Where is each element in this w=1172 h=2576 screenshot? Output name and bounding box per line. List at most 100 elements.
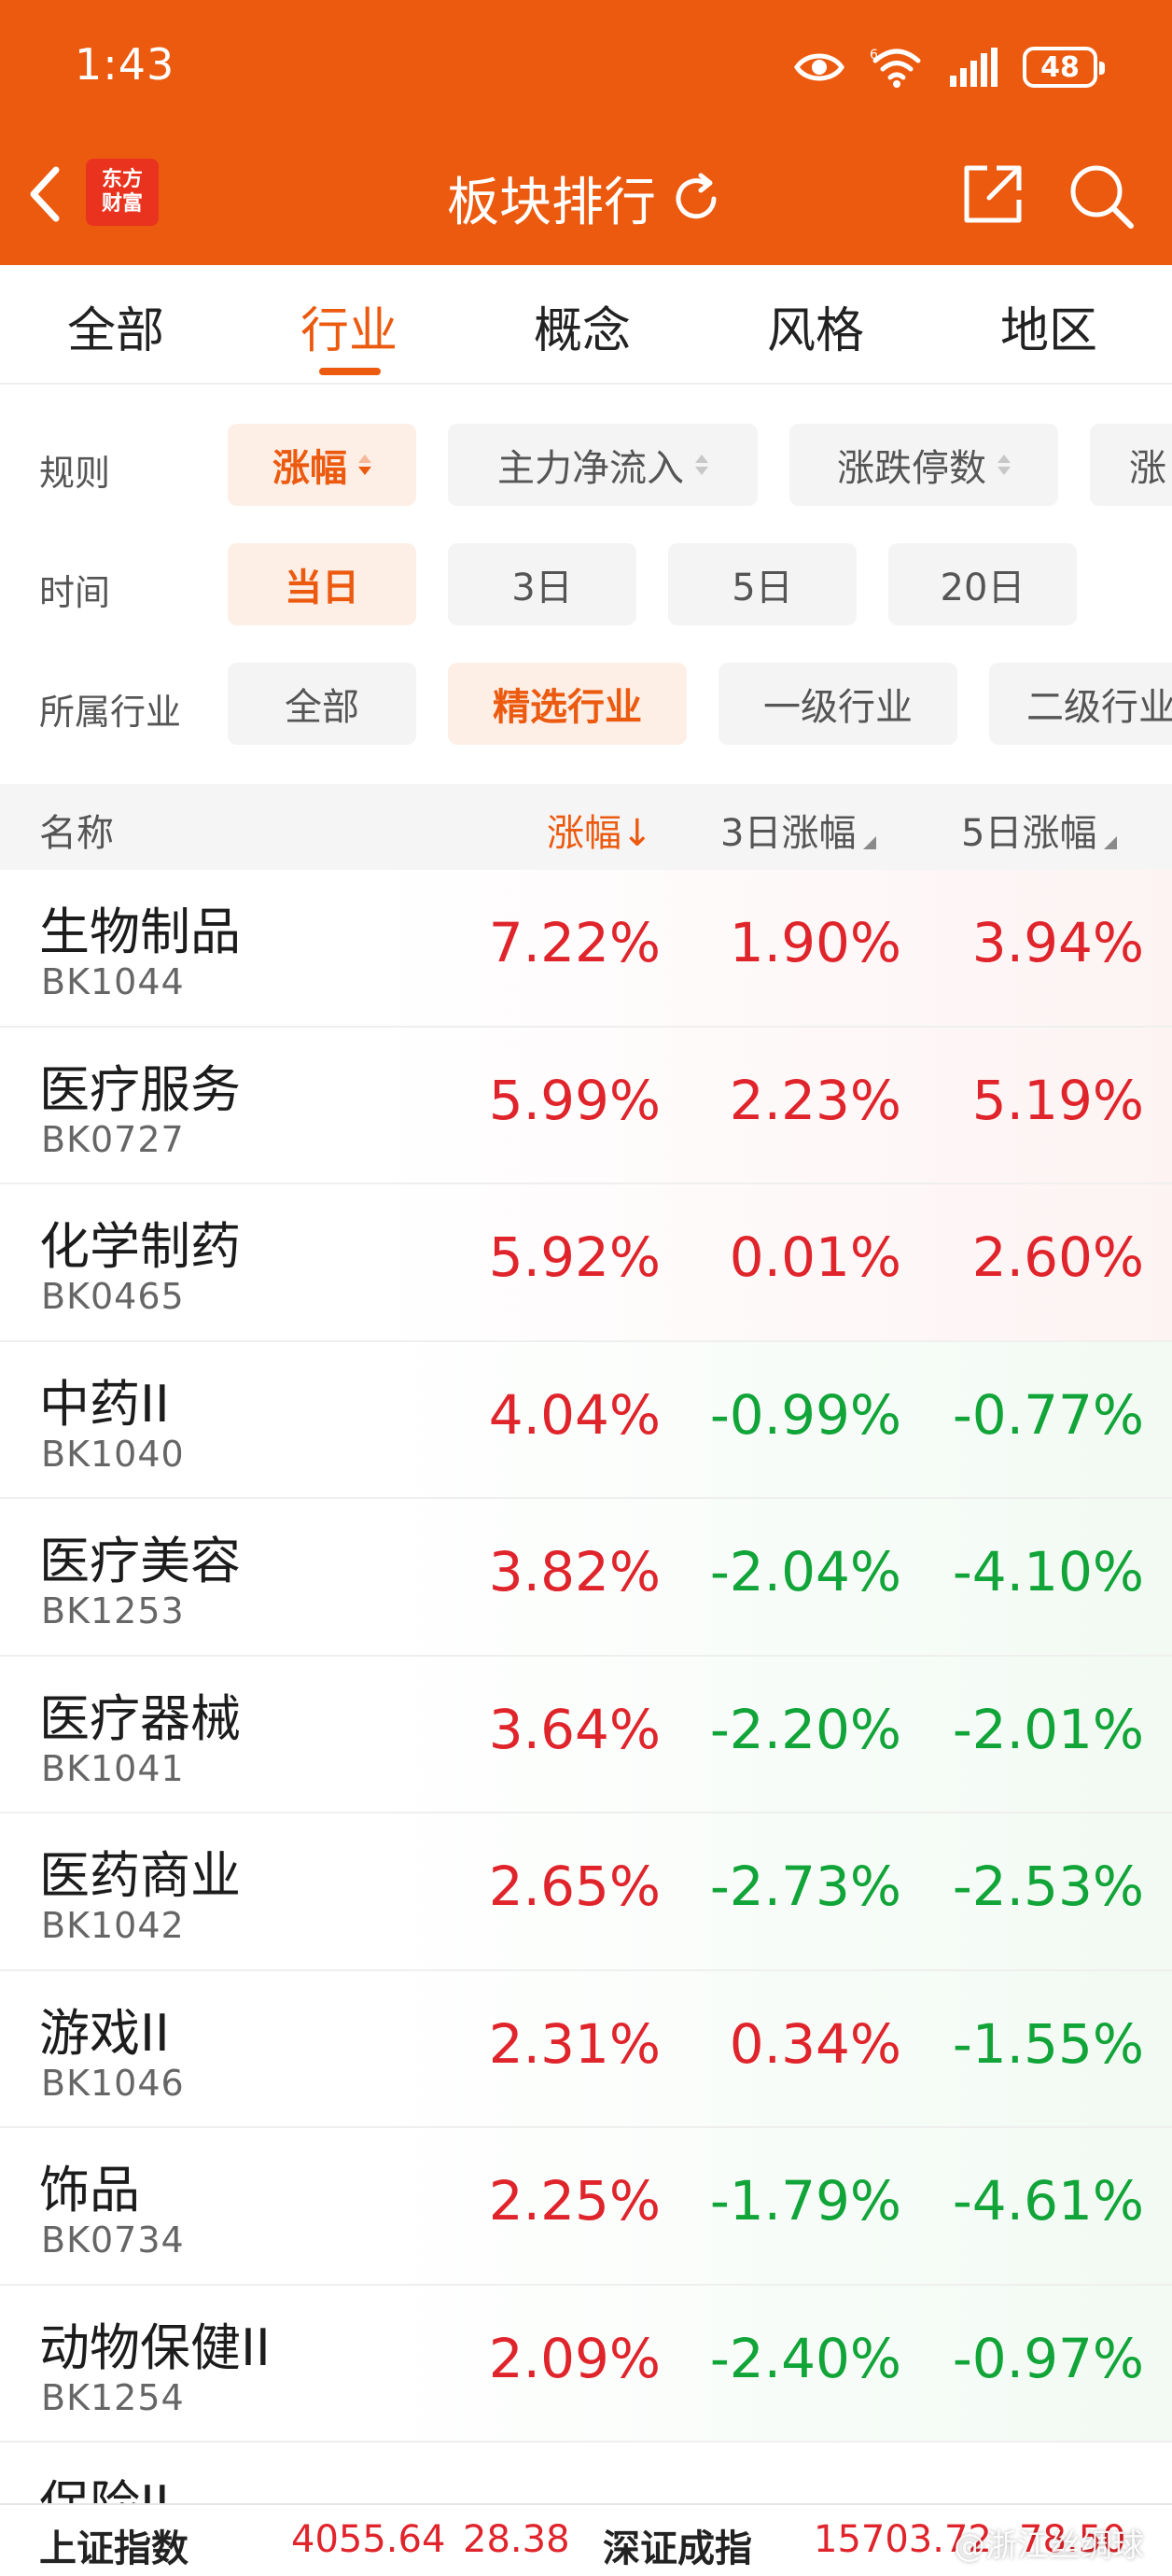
time-chip-20d[interactable]: 20日 (888, 543, 1077, 625)
sector-code: BK1253 (41, 1590, 185, 1631)
index1-name: 上证指数 (39, 2527, 188, 2570)
watermark: @浙江丝绸球 (954, 2527, 1144, 2565)
header-name: 名称 (39, 812, 114, 855)
category-tabs: 全部 行业 概念 风格 地区 (0, 265, 1172, 385)
rule-chip-main-inflow[interactable]: 主力净流入 (448, 424, 758, 506)
sector-name: 医疗器械 (39, 1688, 241, 1748)
sector-code: BK0465 (41, 1276, 185, 1317)
table-row[interactable]: 医药商业 BK1042 2.65% -2.73% -2.53% (0, 1813, 1172, 1971)
table-row[interactable]: 生物制品 BK1044 7.22% 1.90% 3.94% (0, 870, 1172, 1028)
wifi-icon: 6 (870, 48, 921, 88)
sector-name: 中药II (39, 1374, 170, 1434)
change-cell: 2.09% (488, 2326, 661, 2390)
battery-icon: 48 (1023, 47, 1105, 88)
industry-chip-selected[interactable]: 精选行业 (448, 663, 687, 745)
signal-icon (950, 48, 998, 87)
time-filter-label: 时间 (39, 572, 111, 613)
change-3d-cell: -1.79% (709, 2169, 901, 2233)
rule-chip-label: 主力净流入 (497, 447, 684, 490)
sector-name: 动物保健II (39, 2317, 271, 2377)
time-chip-today[interactable]: 当日 (228, 543, 416, 625)
table-row[interactable]: 医疗服务 BK0727 5.99% 2.23% 5.19% (0, 1027, 1172, 1184)
tab-concept[interactable]: 概念 (534, 291, 631, 361)
industry-filter-row: 所属行业 全部 精选行业 一级行业 二级行业 (0, 663, 1172, 749)
active-tab-indicator (319, 368, 381, 375)
change-cell: 3.82% (488, 1540, 661, 1603)
sort-arrows-icon (695, 455, 708, 475)
sector-name: 化学制药 (39, 1217, 241, 1276)
sector-code: BK0734 (41, 2219, 185, 2261)
change-5d-cell: 3.94% (971, 911, 1144, 974)
tab-industry[interactable]: 行业 (300, 291, 398, 361)
header-change-5d[interactable]: 5日涨幅 (961, 803, 1118, 857)
header-change-3d[interactable]: 3日涨幅 (720, 803, 877, 857)
change-3d-cell: 0.34% (729, 2011, 901, 2076)
change-3d-cell: 0.01% (729, 1225, 901, 1289)
sector-code: BK1041 (41, 1747, 185, 1789)
table-row[interactable]: 动物保健II BK1254 2.09% -2.40% -0.97% (0, 2285, 1172, 2443)
table-row[interactable]: 游戏II BK1046 2.31% 0.34% -1.55% (0, 1970, 1172, 2128)
sector-name: 饰品 (39, 2161, 140, 2219)
table-row[interactable]: 医疗美容 BK1253 3.82% -2.04% -4.10% (0, 1499, 1172, 1657)
tab-all[interactable]: 全部 (67, 291, 164, 361)
change-3d-cell: -2.73% (709, 1855, 901, 1918)
search-icon[interactable] (1066, 161, 1137, 231)
sector-name: 医疗服务 (39, 1059, 241, 1119)
sector-name: 生物制品 (39, 903, 241, 961)
rule-chip-label: 涨 (1129, 447, 1166, 490)
change-5d-cell: -4.61% (952, 2169, 1144, 2233)
change-cell: 7.22% (488, 911, 661, 974)
change-5d-cell: -0.97% (952, 2326, 1144, 2390)
share-icon[interactable] (959, 161, 1026, 228)
sort-arrows-icon (358, 455, 371, 475)
table-row[interactable]: 化学制药 BK0465 5.92% 0.01% 2.60% (0, 1184, 1172, 1342)
sector-name: 医药商业 (39, 1846, 241, 1905)
index1-change: 28.38 (463, 2518, 570, 2561)
sector-list: 生物制品 BK1044 7.22% 1.90% 3.94% 医疗服务 BK0727 5.99%… (0, 870, 1172, 2517)
status-icons: 6 48 (793, 39, 1105, 95)
change-5d-cell: 2.60% (971, 1225, 1144, 1289)
status-time: 1:43 (75, 39, 175, 90)
rule-chip-more[interactable]: 涨 (1090, 424, 1172, 506)
rule-chip-limit-count[interactable]: 涨跌停数 (789, 424, 1058, 506)
sort-corner-icon (863, 836, 877, 849)
time-chip-5d[interactable]: 5日 (668, 543, 857, 625)
sort-corner-icon (1104, 836, 1118, 849)
industry-chip-level2[interactable]: 二级行业 (989, 663, 1172, 745)
refresh-icon[interactable] (667, 170, 725, 228)
sector-name: 医疗美容 (39, 1532, 241, 1590)
header-change-5d-label: 5日涨幅 (961, 812, 1097, 855)
sector-code: BK1254 (41, 2376, 185, 2418)
time-filter-row: 时间 当日 3日 5日 20日 (0, 543, 1172, 629)
change-3d-cell: -0.99% (709, 1382, 901, 1447)
svg-text:6: 6 (870, 48, 878, 63)
table-row[interactable]: 中药II BK1040 4.04% -0.99% -0.77% (0, 1341, 1172, 1499)
change-cell: 2.31% (488, 2011, 661, 2076)
industry-filter-label: 所属行业 (39, 692, 182, 733)
change-cell: 3.64% (488, 1697, 661, 1761)
tab-region[interactable]: 地区 (1000, 291, 1097, 361)
sector-code: BK1046 (41, 2062, 185, 2104)
sort-arrows-icon (998, 455, 1011, 475)
rule-chip-label: 涨幅 (272, 447, 347, 490)
change-3d-cell: -2.20% (709, 1697, 901, 1761)
page-title: 板块排行 (447, 173, 656, 233)
change-5d-cell: 5.19% (971, 1068, 1144, 1132)
rule-chip-change[interactable]: 涨幅 (228, 424, 416, 506)
sector-code: BK1040 (41, 1433, 185, 1475)
header-change[interactable]: 涨幅↓ (547, 803, 653, 857)
table-row[interactable]: 医疗器械 BK1041 3.64% -2.20% -2.01% (0, 1656, 1172, 1813)
change-cell: 2.25% (488, 2169, 661, 2233)
index1-value: 4055.64 (291, 2518, 446, 2561)
tab-style[interactable]: 风格 (767, 291, 864, 361)
industry-chip-all[interactable]: 全部 (228, 663, 416, 745)
table-row[interactable]: 饰品 BK0734 2.25% -1.79% -4.61% (0, 2128, 1172, 2286)
change-cell: 2.65% (488, 1855, 661, 1918)
change-5d-cell: -1.55% (952, 2011, 1144, 2076)
time-chip-3d[interactable]: 3日 (448, 543, 636, 625)
change-3d-cell: 1.90% (729, 911, 901, 974)
industry-chip-level1[interactable]: 一级行业 (719, 663, 957, 745)
top-bar: 1:43 6 48 东方 财富 板块排行 (0, 0, 1172, 265)
sector-code: BK1042 (41, 1905, 185, 1946)
rule-filter-label: 规则 (39, 453, 111, 494)
